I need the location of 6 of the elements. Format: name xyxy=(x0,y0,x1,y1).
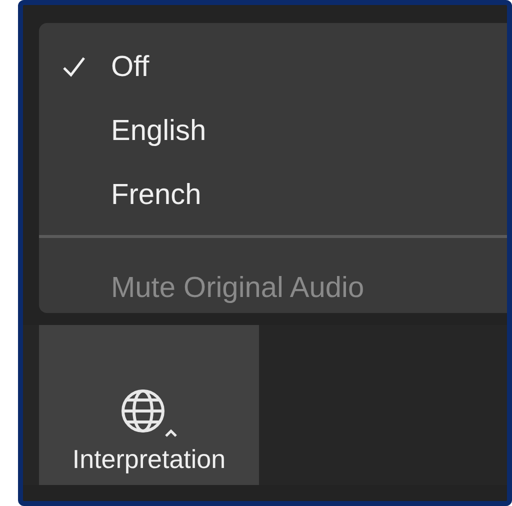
menu-item[interactable]: Off xyxy=(39,35,507,99)
globe-icon xyxy=(120,388,166,434)
interpretation-button[interactable]: Interpretation xyxy=(39,325,259,485)
menu-item[interactable]: French xyxy=(39,163,507,227)
caret-icon xyxy=(164,428,178,438)
menu-item[interactable]: English xyxy=(39,99,507,163)
